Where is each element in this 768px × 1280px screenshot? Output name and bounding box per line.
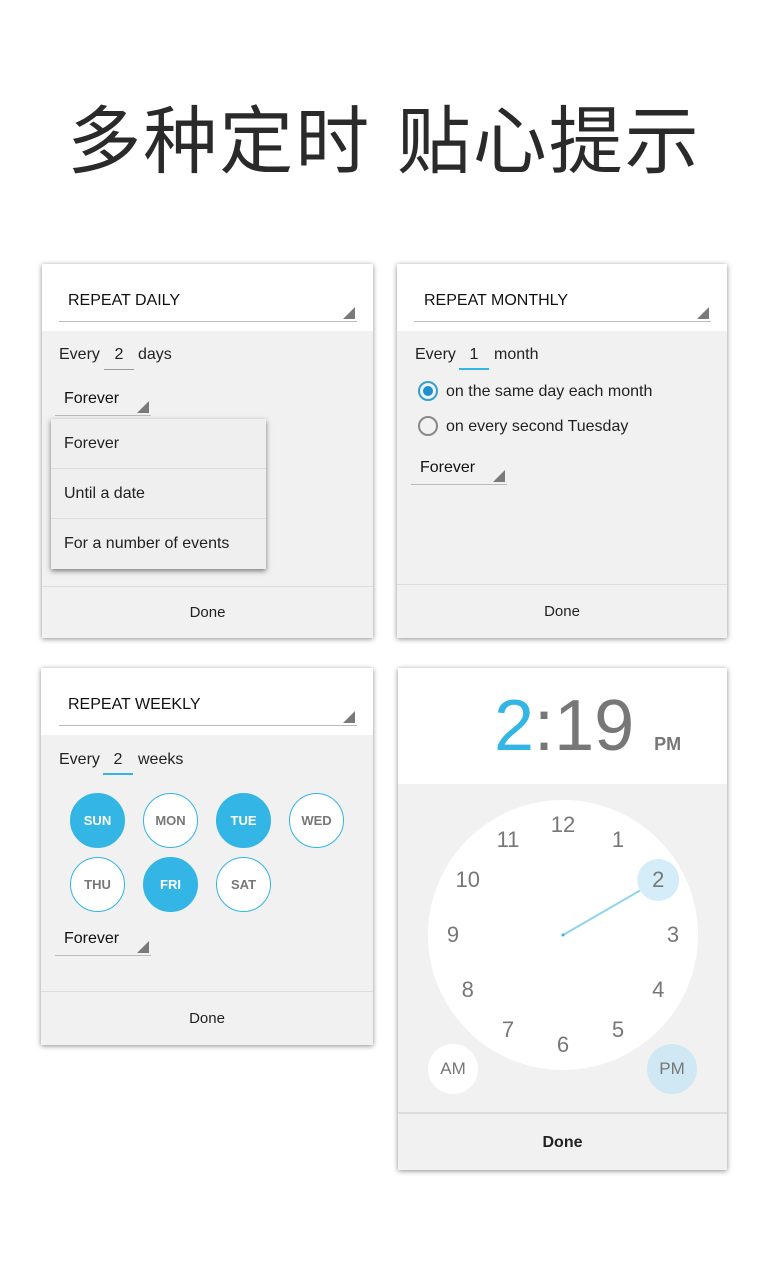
end-label: Forever xyxy=(420,459,476,476)
clock-number-1[interactable]: 1 xyxy=(598,825,638,855)
clock-hand[interactable] xyxy=(562,889,641,936)
done-button[interactable]: Done xyxy=(41,991,373,1045)
ampm-display[interactable]: PM xyxy=(654,734,681,754)
done-button[interactable]: Done xyxy=(42,586,373,638)
every-label: Every xyxy=(59,346,100,363)
clock-number-5[interactable]: 5 xyxy=(598,1015,638,1045)
repeat-type-label: REPEAT WEEKLY xyxy=(68,696,201,713)
dropdown-triangle-icon xyxy=(137,941,149,953)
end-label: Forever xyxy=(64,390,120,407)
day-toggle-thu[interactable]: THU xyxy=(70,857,125,912)
repeat-type-label: REPEAT MONTHLY xyxy=(424,292,569,309)
repeat-type-spinner[interactable]: REPEAT MONTHLY xyxy=(414,292,711,322)
end-spinner[interactable]: Forever xyxy=(55,930,151,956)
clock-number-3[interactable]: 3 xyxy=(653,920,693,950)
end-spinner[interactable]: Forever xyxy=(55,390,151,416)
interval-input[interactable]: 1 xyxy=(459,346,489,370)
clock-number-6[interactable]: 6 xyxy=(543,1030,583,1060)
end-spinner[interactable]: Forever xyxy=(411,459,507,485)
radio-second-tuesday[interactable] xyxy=(418,416,438,436)
dropdown-triangle-icon xyxy=(493,470,505,482)
option-same-day-label: on the same day each month xyxy=(446,383,653,400)
repeat-daily-dialog: REPEAT DAILY Every 2 days Forever Foreve… xyxy=(42,264,373,638)
clock-number-4[interactable]: 4 xyxy=(638,975,678,1005)
every-label: Every xyxy=(59,751,100,768)
repeat-type-spinner[interactable]: REPEAT WEEKLY xyxy=(59,696,357,726)
day-toggle-wed[interactable]: WED xyxy=(289,793,344,848)
time-header: 2:19 PM xyxy=(398,668,727,784)
pm-button[interactable]: PM xyxy=(647,1044,697,1094)
clock-number-8[interactable]: 8 xyxy=(448,975,488,1005)
menu-item-forever[interactable]: Forever xyxy=(51,419,266,469)
dropdown-triangle-icon xyxy=(697,307,709,319)
repeat-weekly-dialog: REPEAT WEEKLY Every 2 weeks SUN MON TUE … xyxy=(41,668,373,1045)
done-button[interactable]: Done xyxy=(398,1112,727,1170)
unit-label: weeks xyxy=(138,751,184,768)
dialog-header: REPEAT WEEKLY xyxy=(41,668,373,735)
dropdown-triangle-icon xyxy=(343,711,355,723)
day-toggle-sun[interactable]: SUN xyxy=(70,793,125,848)
time-display: 2:19 PM xyxy=(494,686,681,784)
dialog-header: REPEAT MONTHLY xyxy=(397,264,727,331)
menu-item-number-of-events[interactable]: For a number of events xyxy=(51,519,266,569)
am-button[interactable]: AM xyxy=(428,1044,478,1094)
clock-number-2[interactable]: 2 xyxy=(638,865,678,895)
clock-number-10[interactable]: 10 xyxy=(448,865,488,895)
clock-number-12[interactable]: 12 xyxy=(543,810,583,840)
unit-label: month xyxy=(494,346,539,363)
day-toggle-sat[interactable]: SAT xyxy=(216,857,271,912)
interval-input[interactable]: 2 xyxy=(104,346,134,370)
day-toggle-tue[interactable]: TUE xyxy=(216,793,271,848)
unit-label: days xyxy=(138,346,172,363)
hour-display[interactable]: 2 xyxy=(494,686,534,766)
clock-number-11[interactable]: 11 xyxy=(488,825,528,855)
day-toggle-fri[interactable]: FRI xyxy=(143,857,198,912)
time-picker-dialog: 2:19 PM 12 1 2 3 4 5 6 7 8 9 10 11 AM PM Done xyxy=(398,668,727,1170)
day-toggle-mon[interactable]: MON xyxy=(143,793,198,848)
clock-center-dot xyxy=(561,933,565,937)
minute-display[interactable]: 19 xyxy=(554,686,634,766)
repeat-type-spinner[interactable]: REPEAT DAILY xyxy=(59,292,357,322)
repeat-type-label: REPEAT DAILY xyxy=(68,292,181,309)
time-separator: : xyxy=(534,686,555,766)
radio-same-day[interactable] xyxy=(418,381,438,401)
dropdown-triangle-icon xyxy=(137,401,149,413)
done-button[interactable]: Done xyxy=(397,584,727,638)
clock-number-7[interactable]: 7 xyxy=(488,1015,528,1045)
menu-item-until-date[interactable]: Until a date xyxy=(51,469,266,519)
dropdown-triangle-icon xyxy=(343,307,355,319)
option-second-tuesday-label: on every second Tuesday xyxy=(446,418,629,435)
repeat-monthly-dialog: REPEAT MONTHLY Every 1 month on the same… xyxy=(397,264,727,638)
clock-dial[interactable]: 12 1 2 3 4 5 6 7 8 9 10 11 xyxy=(428,800,698,1070)
dialog-header: REPEAT DAILY xyxy=(42,264,373,331)
clock-number-9[interactable]: 9 xyxy=(433,920,473,950)
every-label: Every xyxy=(415,346,456,363)
end-dropdown-menu: Forever Until a date For a number of eve… xyxy=(51,419,266,569)
end-label: Forever xyxy=(64,930,120,947)
interval-input[interactable]: 2 xyxy=(103,751,133,775)
headline: 多种定时 贴心提示 xyxy=(67,99,701,185)
